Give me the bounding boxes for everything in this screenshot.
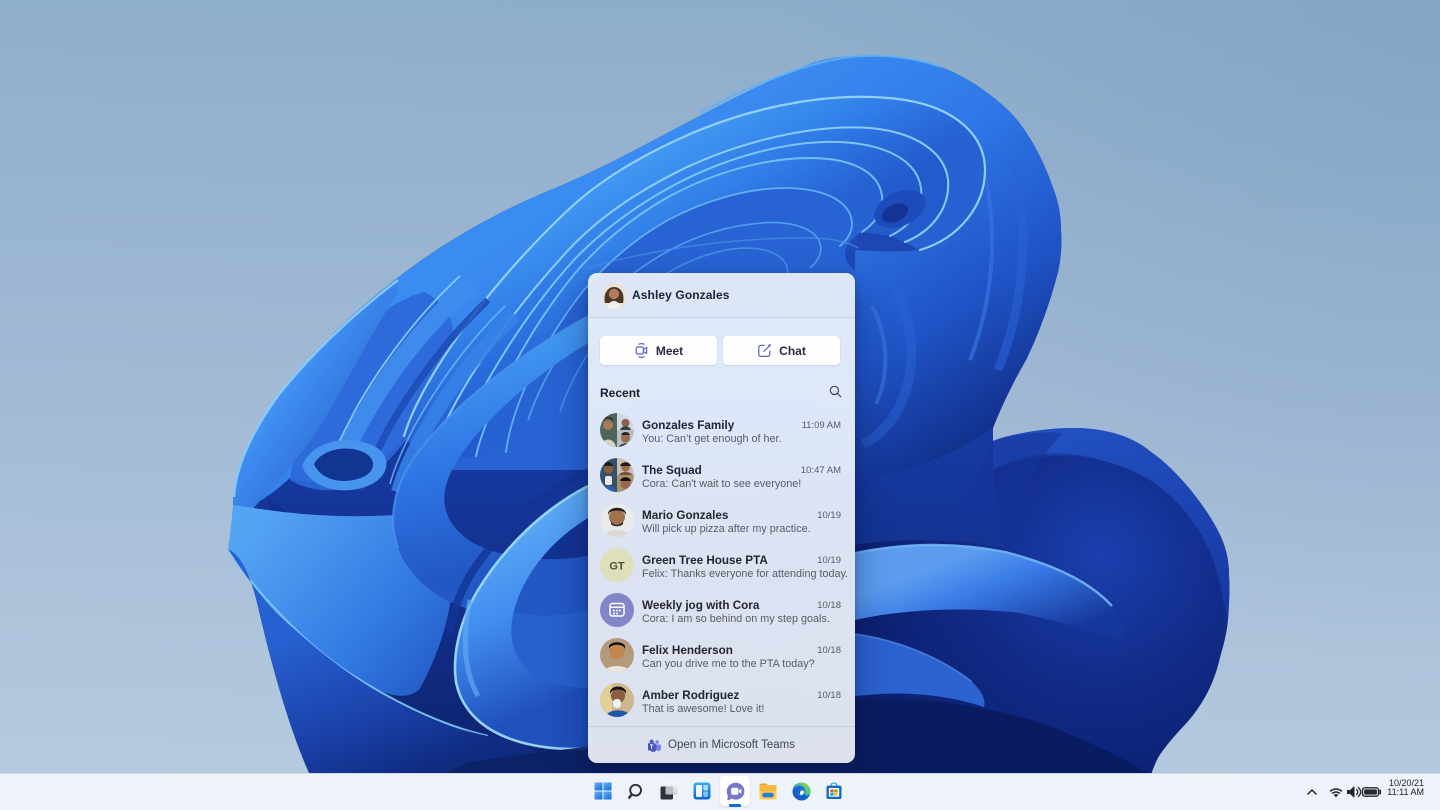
svg-text:GT: GT	[609, 561, 625, 573]
